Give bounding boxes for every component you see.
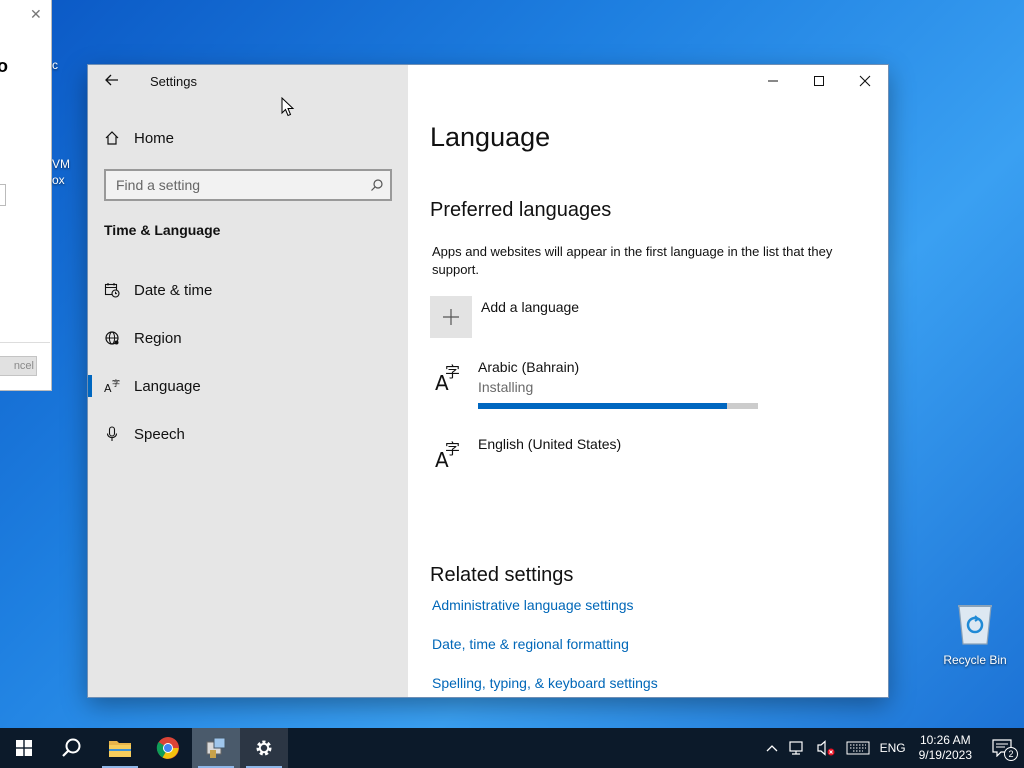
related-settings-heading: Related settings <box>430 564 574 586</box>
network-install-icon <box>206 737 226 758</box>
desktop-icon-label: ox <box>52 173 65 187</box>
admin-language-settings-link[interactable]: Administrative language settings <box>432 597 634 613</box>
file-explorer-icon <box>109 741 131 757</box>
recycle-bin-icon <box>958 605 992 645</box>
input-language-indicator[interactable]: ENG <box>875 728 911 768</box>
settings-window: Settings Home Time & Language Date & tim… <box>88 65 888 697</box>
clock-time: 10:26 AM <box>919 733 971 747</box>
start-button[interactable] <box>0 728 48 768</box>
clock[interactable]: 10:26 AM 9/19/2023 <box>911 733 980 763</box>
maximize-button[interactable] <box>801 71 837 91</box>
search-icon <box>62 738 81 757</box>
volume-button[interactable] <box>811 728 841 768</box>
sidebar-item-label: Home <box>134 129 175 147</box>
recycle-bin[interactable]: Recycle Bin <box>940 600 1010 667</box>
home-icon <box>104 130 134 146</box>
minimize-icon <box>768 80 778 82</box>
keyboard-icon <box>846 741 870 755</box>
globe-icon <box>104 330 134 346</box>
settings-button[interactable] <box>240 728 288 768</box>
install-progress-fill <box>478 403 728 409</box>
add-language-label: Add a language <box>481 299 580 315</box>
network-status-button[interactable] <box>783 728 811 768</box>
notification-count-badge: 2 <box>1004 747 1018 761</box>
search-box[interactable] <box>104 169 392 201</box>
clock-date: 9/19/2023 <box>918 748 972 762</box>
desktop-icon-label: VM <box>52 157 70 171</box>
spelling-typing-keyboard-link[interactable]: Spelling, typing, & keyboard settings <box>432 675 658 691</box>
language-name: English (United States) <box>478 436 622 452</box>
date-time-regional-link[interactable]: Date, time & regional formatting <box>432 636 629 652</box>
language-status: Installing <box>478 379 534 395</box>
language-item-english[interactable]: A字 English (United States) <box>430 436 621 472</box>
sidebar-item-label: Language <box>134 377 201 395</box>
install-progress-bar <box>478 403 758 409</box>
window-title: Settings <box>150 74 197 89</box>
selected-indicator <box>88 375 92 397</box>
description-text: Apps and websites will appear in the fir… <box>432 244 833 277</box>
svg-text:字: 字 <box>112 378 120 388</box>
maximize-icon <box>814 76 824 86</box>
back-button[interactable] <box>104 72 134 92</box>
desktop-icon-label: c <box>52 58 58 72</box>
calendar-clock-icon <box>104 282 134 298</box>
chrome-button[interactable] <box>144 728 192 768</box>
section-title: Time & Language <box>104 222 221 238</box>
sidebar-item-date-time[interactable]: Date & time <box>104 278 212 302</box>
sidebar-item-region[interactable]: Region <box>104 326 182 350</box>
page-title: Language <box>430 122 551 152</box>
svg-text:字: 字 <box>445 440 460 458</box>
language-icon: A字 <box>430 436 478 472</box>
recycle-bin-label: Recycle Bin <box>943 653 1007 667</box>
volume-muted-icon <box>816 740 835 756</box>
action-center-button[interactable]: 2 <box>980 728 1024 768</box>
language-icon: A字 <box>104 378 134 394</box>
mouse-cursor-icon <box>281 96 295 122</box>
language-item-arabic[interactable]: A字 Arabic (Bahrain) Installing <box>430 359 758 409</box>
search-input[interactable] <box>106 177 364 193</box>
network-icon <box>788 741 803 755</box>
network-install-button[interactable] <box>192 728 240 768</box>
minimize-button[interactable] <box>755 71 791 91</box>
sidebar-item-label: Speech <box>134 425 185 443</box>
language-name: Arabic (Bahrain) <box>478 359 580 375</box>
dialog-cancel-button[interactable]: ncel <box>0 356 37 376</box>
sidebar-item-label: Date & time <box>134 281 213 299</box>
touch-keyboard-button[interactable] <box>841 728 875 768</box>
chrome-icon <box>156 737 179 759</box>
dialog-heading-fragment: o <box>0 56 8 76</box>
dialog-close-icon[interactable]: ✕ <box>30 6 42 23</box>
show-hidden-icons-button[interactable] <box>761 728 783 768</box>
svg-text:A: A <box>104 382 112 394</box>
close-button[interactable] <box>847 71 883 91</box>
language-icon: A字 <box>430 359 478 395</box>
file-explorer-button[interactable] <box>96 728 144 768</box>
dialog-divider <box>0 342 50 343</box>
close-icon <box>859 75 871 87</box>
system-tray: ENG 10:26 AM 9/19/2023 2 <box>761 728 1024 768</box>
sidebar-item-home[interactable]: Home <box>104 127 174 149</box>
preferred-languages-heading: Preferred languages <box>430 199 612 221</box>
microphone-icon <box>104 426 134 442</box>
search-button[interactable] <box>48 728 96 768</box>
main-content: Language Preferred languages Apps and we… <box>408 65 888 697</box>
svg-text:字: 字 <box>445 363 460 381</box>
chevron-up-icon <box>766 745 778 752</box>
start-icon <box>16 740 32 756</box>
background-dialog: ✕ o ncel <box>0 0 52 391</box>
sidebar-item-language[interactable]: A字 Language <box>104 374 201 398</box>
dialog-input-fragment[interactable] <box>0 184 6 206</box>
sidebar-item-speech[interactable]: Speech <box>104 422 185 446</box>
settings-icon <box>256 740 272 756</box>
sidebar: Settings Home Time & Language Date & tim… <box>88 65 408 697</box>
plus-icon <box>430 296 472 338</box>
add-language-button[interactable]: Add a language <box>430 296 579 338</box>
back-arrow-icon <box>105 74 118 86</box>
sidebar-item-label: Region <box>134 329 182 347</box>
search-icon[interactable] <box>364 178 390 192</box>
taskbar: ENG 10:26 AM 9/19/2023 2 <box>0 728 1024 768</box>
